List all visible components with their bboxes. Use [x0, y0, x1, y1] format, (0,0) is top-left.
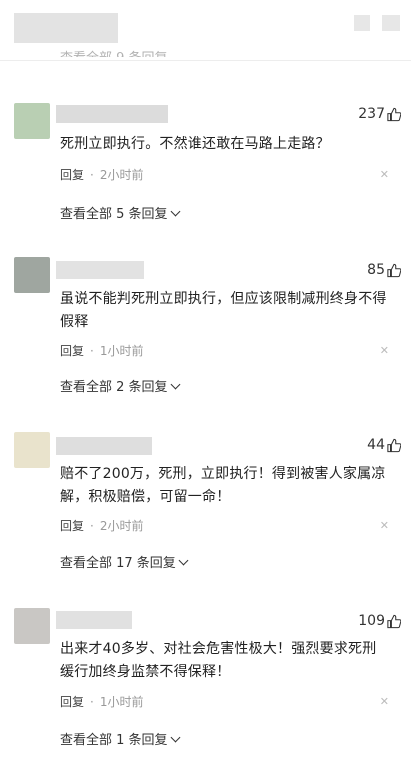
like-count: 237	[358, 106, 385, 122]
reply-button[interactable]: 回复	[60, 519, 84, 533]
avatar[interactable]	[14, 103, 50, 139]
avatar[interactable]	[14, 257, 50, 293]
chevron-down-icon	[178, 555, 189, 566]
timestamp: 2小时前	[99, 519, 144, 533]
separator-dot: ·	[90, 519, 94, 533]
username-blurred[interactable]	[56, 261, 144, 279]
reply-button[interactable]: 回复	[60, 344, 84, 358]
view-replies-link[interactable]: 查看全部 5 条回复	[60, 203, 180, 222]
top-bar: 查看全部 9 条回复	[0, 0, 411, 57]
timestamp: 1小时前	[99, 344, 144, 358]
reply-button[interactable]: 回复	[60, 168, 84, 182]
top-right-icon-2[interactable]	[382, 15, 400, 31]
top-username-blurred	[14, 13, 118, 43]
comment-text: 死刑立即执行。不然谁还敢在马路上走路？	[60, 136, 330, 152]
username-blurred[interactable]	[56, 611, 132, 629]
username-blurred[interactable]	[56, 105, 168, 123]
avatar[interactable]	[14, 432, 50, 468]
comment-meta: 回复 · 1小时前	[60, 342, 143, 359]
close-icon[interactable]: ✕	[380, 344, 389, 357]
close-icon[interactable]: ✕	[380, 519, 389, 532]
separator-dot: ·	[90, 695, 94, 709]
top-right-icon-1[interactable]	[354, 15, 370, 31]
timestamp: 2小时前	[99, 168, 144, 182]
thumbs-up-icon[interactable]	[387, 263, 401, 278]
timestamp: 1小时前	[99, 695, 144, 709]
thumbs-up-icon[interactable]	[387, 107, 401, 122]
comment-text: 赔不了200万，死刑，立即执行！得到被害人家属凉解，积极赔偿，可留一命！	[60, 466, 386, 505]
avatar[interactable]	[14, 608, 50, 644]
thumbs-up-icon[interactable]	[387, 614, 401, 629]
comment-text: 出来才40多岁、对社会危害性极大！强烈要求死刑缓行加终身监禁不得保释！	[60, 641, 377, 680]
close-icon[interactable]: ✕	[380, 695, 389, 708]
divider	[0, 60, 411, 61]
chevron-down-icon	[170, 206, 180, 217]
top-view-more-link[interactable]: 查看全部 9 条回复	[60, 45, 168, 57]
comment-meta: 回复 · 1小时前	[60, 693, 143, 710]
view-replies-link[interactable]: 查看全部 2 条回复	[60, 376, 180, 395]
reply-button[interactable]: 回复	[60, 695, 84, 709]
like-count: 85	[367, 262, 385, 278]
like-count: 44	[367, 437, 385, 453]
like-count: 109	[358, 613, 385, 629]
comment-text: 虽说不能判死刑立即执行，但应该限制减刑终身不得假释	[60, 291, 387, 330]
view-replies-link[interactable]: 查看全部 17 条回复	[60, 552, 189, 571]
username-blurred[interactable]	[56, 437, 152, 455]
view-replies-link[interactable]: 查看全部 1 条回复	[60, 729, 180, 748]
comment-meta: 回复 · 2小时前	[60, 517, 143, 534]
separator-dot: ·	[90, 344, 94, 358]
thumbs-up-icon[interactable]	[387, 438, 401, 453]
comment-meta: 回复 · 2小时前	[60, 166, 143, 183]
separator-dot: ·	[90, 168, 94, 182]
chevron-down-icon	[170, 732, 180, 743]
chevron-down-icon	[170, 379, 180, 390]
close-icon[interactable]: ✕	[380, 168, 389, 181]
